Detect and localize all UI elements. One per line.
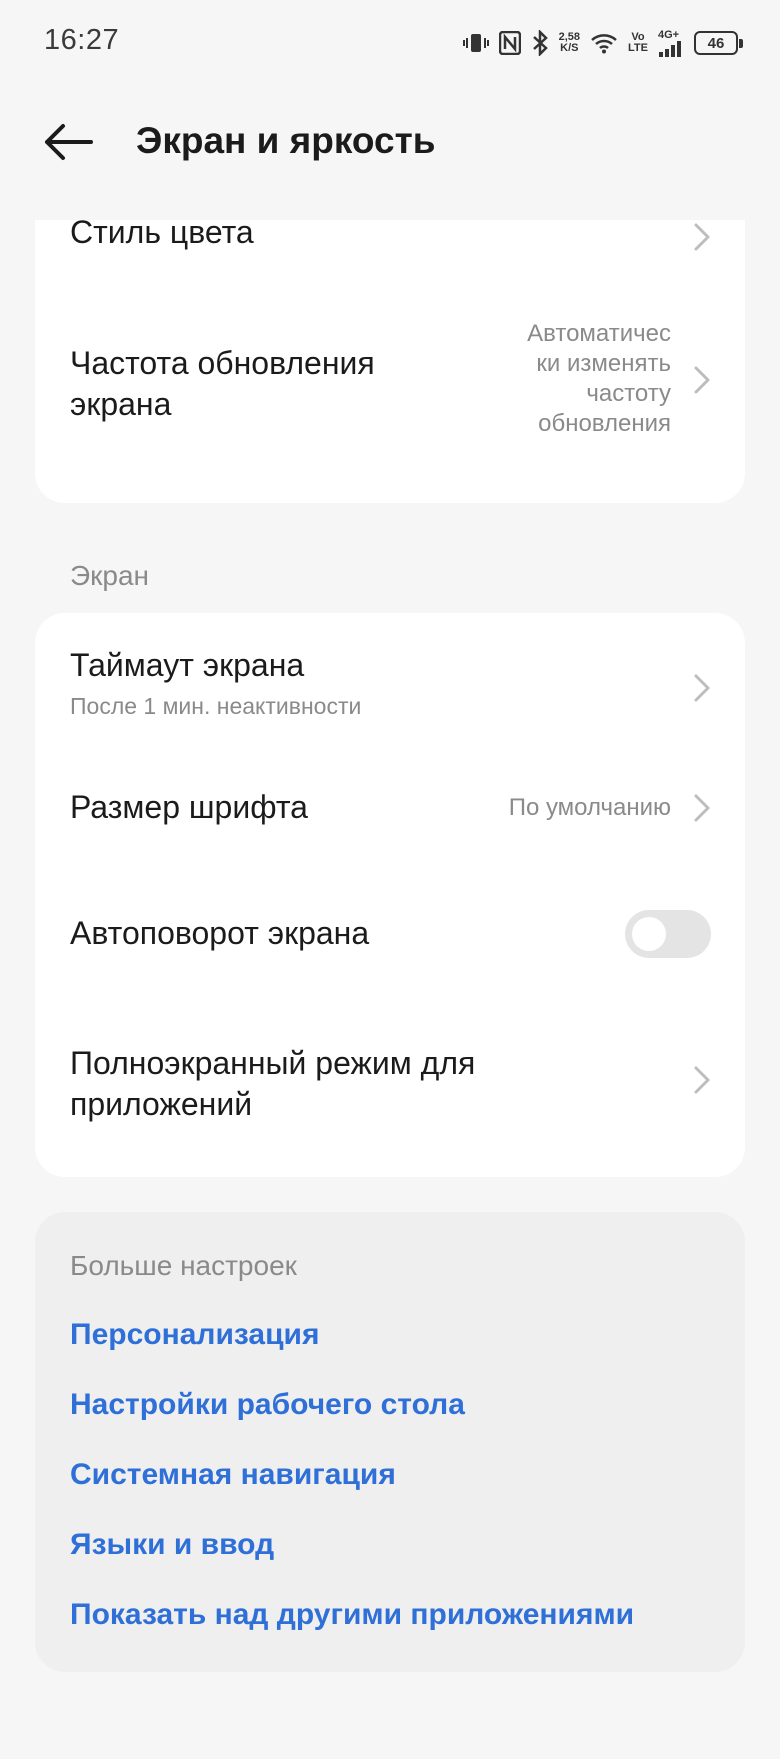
fullscreen-apps-row[interactable]: Полноэкранный режим для приложений xyxy=(35,1013,745,1177)
auto-rotate-title: Автоповорот экрана xyxy=(70,915,370,951)
refresh-rate-title: Частота обновления экрана xyxy=(70,343,375,425)
net-speed-unit: K/S xyxy=(560,42,579,54)
link-system-navigation[interactable]: Системная навигация xyxy=(70,1458,396,1492)
refresh-rate-value-line: обновления xyxy=(538,410,671,437)
color-style-title: Стиль цвета xyxy=(70,220,254,250)
vibrate-icon xyxy=(462,30,489,56)
fullscreen-apps-title-line2: приложений xyxy=(70,1086,253,1122)
status-icons: 2,58 K/S Vo LTE 4G+ 46 xyxy=(462,26,743,60)
refresh-rate-title-line1: Частота обновления xyxy=(70,345,375,381)
fullscreen-apps-title: Полноэкранный режим для приложений xyxy=(70,1043,475,1125)
chevron-right-icon xyxy=(694,1066,710,1094)
more-settings-title: Больше настроек xyxy=(70,1250,297,1281)
font-size-title: Размер шрифта xyxy=(70,789,308,825)
refresh-rate-row[interactable]: Частота обновления экрана Автоматичес ки… xyxy=(35,295,745,485)
refresh-rate-value-line: Автоматичес xyxy=(527,320,671,347)
arrow-left-icon xyxy=(45,124,93,160)
refresh-rate-value-line: частоту xyxy=(586,380,671,407)
screen-timeout-subtitle: После 1 мин. неактивности xyxy=(70,693,362,719)
font-size-value: По умолчанию xyxy=(508,794,671,821)
volte-indicator: Vo LTE xyxy=(628,32,648,54)
wifi-icon xyxy=(590,32,618,54)
auto-rotate-row[interactable]: Автоповорот экрана xyxy=(35,888,745,1013)
app-header: Экран и яркость xyxy=(0,96,780,188)
more-settings-card: Больше настроек Персонализация Настройки… xyxy=(35,1212,745,1672)
font-size-row[interactable]: Размер шрифта По умолчанию xyxy=(35,763,745,888)
screen-timeout-row[interactable]: Таймаут экрана После 1 мин. неактивности xyxy=(35,613,745,763)
battery-level: 46 xyxy=(707,34,725,52)
link-desktop-settings[interactable]: Настройки рабочего стола xyxy=(70,1388,465,1422)
nfc-icon xyxy=(498,31,521,55)
toggle-knob xyxy=(632,917,666,951)
status-bar: 16:27 2,58 K/S Vo LTE 4G+ 46 xyxy=(0,0,780,84)
screen-settings-card: Таймаут экрана После 1 мин. неактивности… xyxy=(35,613,745,1177)
net-speed: 2,58 K/S xyxy=(559,32,580,54)
chevron-right-icon xyxy=(694,223,710,251)
refresh-rate-value-line: ки изменять xyxy=(536,350,671,377)
signal-icon: 4G+ xyxy=(658,28,684,57)
chevron-right-icon xyxy=(694,366,710,394)
status-time: 16:27 xyxy=(44,24,120,56)
link-personalization[interactable]: Персонализация xyxy=(70,1318,319,1352)
page-title: Экран и яркость xyxy=(136,120,436,161)
refresh-rate-value: Автоматичес ки изменять частоту обновлен… xyxy=(527,319,671,439)
top-settings-card: Стиль цвета Частота обновления экрана Ав… xyxy=(35,220,745,503)
link-display-over-apps[interactable]: Показать над другими приложениями xyxy=(70,1598,634,1632)
settings-list[interactable]: Стиль цвета Частота обновления экрана Ав… xyxy=(0,220,780,1759)
network-type: 4G+ xyxy=(658,28,680,41)
auto-rotate-toggle[interactable] xyxy=(625,910,711,958)
volte-bottom: LTE xyxy=(628,42,648,54)
bluetooth-icon xyxy=(531,30,549,56)
back-button[interactable] xyxy=(36,110,100,174)
chevron-right-icon xyxy=(694,674,710,702)
link-languages-input[interactable]: Языки и ввод xyxy=(70,1528,274,1562)
fullscreen-apps-title-line1: Полноэкранный режим для xyxy=(70,1045,476,1081)
section-label-screen: Экран xyxy=(70,560,149,591)
refresh-rate-title-line2: экрана xyxy=(70,386,172,422)
chevron-right-icon xyxy=(694,794,710,822)
screen-timeout-title: Таймаут экрана xyxy=(70,647,305,683)
color-style-row[interactable]: Стиль цвета xyxy=(35,220,745,295)
battery-icon: 46 xyxy=(694,31,743,55)
